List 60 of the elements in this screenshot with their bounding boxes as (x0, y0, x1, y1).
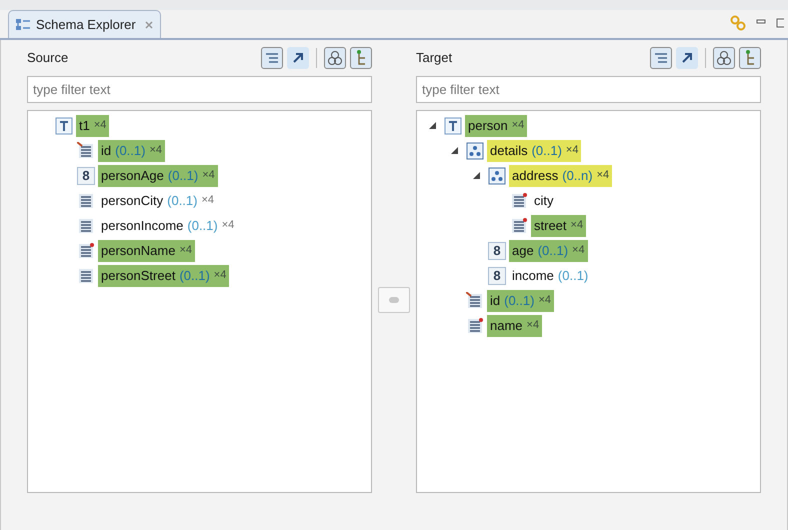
circles-icon (716, 50, 732, 66)
arrow-icon (292, 52, 304, 64)
link-icon (388, 296, 400, 304)
text-field-icon (510, 192, 528, 210)
key-field-icon (466, 292, 484, 310)
text-field-icon (510, 216, 528, 234)
list-view-icon (265, 52, 279, 64)
schema-icon (15, 18, 31, 32)
tree-item[interactable]: name ×4 (487, 314, 542, 336)
table-icon (55, 116, 73, 134)
filter-field[interactable]: type filter text (27, 76, 372, 103)
circles-button[interactable] (713, 47, 735, 69)
tree-item[interactable]: personStreet (0..1) ×4 (98, 264, 230, 286)
filter-field[interactable]: type filter text (416, 76, 761, 103)
structure-icon (488, 166, 506, 184)
hierarchy-icon (354, 50, 368, 66)
panel-title: Target (416, 49, 452, 68)
number-icon: 8 (77, 166, 95, 184)
text-field-icon (77, 266, 95, 284)
tree-item[interactable]: person ×4 (465, 114, 528, 136)
hierarchy-icon (743, 50, 757, 66)
list-view-icon (654, 52, 668, 64)
number-icon: 8 (488, 242, 506, 260)
table-icon (444, 116, 462, 134)
tree-item[interactable]: personName ×4 (98, 240, 195, 262)
tree-item[interactable]: id (0..1) ×4 (98, 140, 166, 162)
tree-item[interactable]: income (0..1) (509, 264, 592, 286)
structure-icon (466, 142, 484, 160)
panel-title: Source (27, 49, 68, 68)
arrow-button[interactable] (287, 47, 309, 69)
text-field-icon (77, 192, 95, 210)
key-field-icon (77, 142, 95, 160)
tree-item[interactable]: personAge (0..1) ×4 (98, 164, 218, 186)
circles-button[interactable] (324, 47, 346, 69)
text-field-icon (77, 242, 95, 260)
tree-item[interactable]: address (0..n) ×4 (509, 164, 612, 186)
hierarchy-button[interactable] (739, 47, 761, 69)
tree-item[interactable]: id (0..1) ×4 (487, 290, 554, 312)
text-field-icon (77, 216, 95, 234)
maximize-icon[interactable] (776, 18, 784, 28)
tree-item[interactable]: city (531, 190, 556, 212)
tree-item[interactable]: personIncome (0..1) ×4 (98, 214, 238, 236)
tree-item[interactable]: age (0..1) ×4 (509, 240, 588, 262)
text-field-icon (466, 316, 484, 334)
expand-toggle-icon[interactable] (451, 147, 458, 154)
arrow-button[interactable] (676, 47, 698, 69)
tree-item[interactable]: t1 ×4 (76, 114, 110, 136)
list-view-button[interactable] (261, 47, 283, 69)
circles-icon (327, 50, 343, 66)
view-tab[interactable]: Schema Explorer (8, 10, 161, 38)
tab-title: Schema Explorer (36, 16, 136, 34)
hierarchy-button[interactable] (350, 47, 372, 69)
tree-item[interactable]: personCity (0..1) ×4 (98, 190, 218, 212)
number-icon: 8 (488, 266, 506, 284)
list-view-button[interactable] (650, 47, 672, 69)
tree-item[interactable]: details (0..1) ×4 (487, 140, 582, 162)
expand-toggle-icon[interactable] (473, 172, 480, 179)
expand-toggle-icon[interactable] (429, 122, 436, 129)
tree-item[interactable]: street ×4 (531, 214, 586, 236)
arrow-icon (681, 52, 693, 64)
